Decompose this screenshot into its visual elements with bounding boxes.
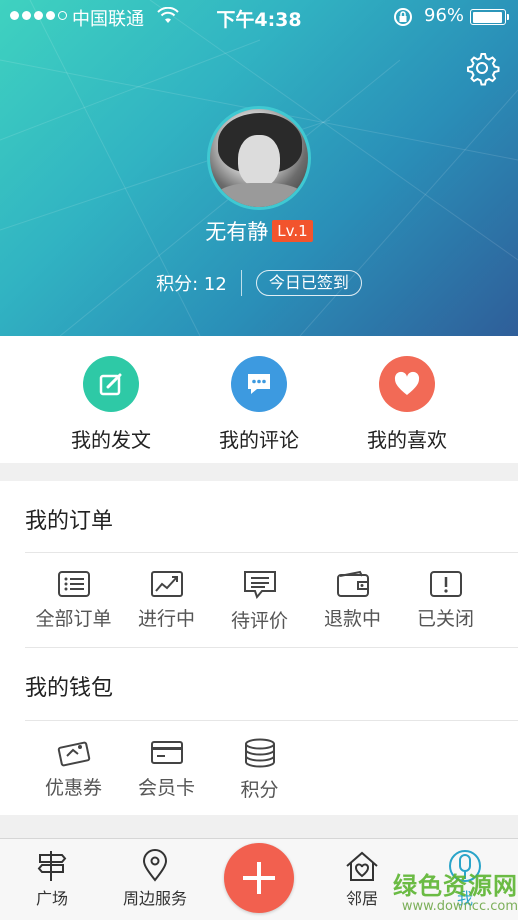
- level-badge: Lv.1: [272, 220, 313, 242]
- divider: [25, 647, 518, 648]
- username-row: 无有静 Lv.1: [0, 216, 518, 246]
- points-item-label: 积分: [240, 779, 279, 801]
- rotation-lock-icon: [394, 8, 412, 26]
- tab-nearby-services[interactable]: 周边服务: [103, 849, 207, 909]
- house-icon: [346, 851, 378, 881]
- quick-actions: 我的发文 我的评论 我的喜欢: [0, 336, 518, 463]
- closed-button[interactable]: 已关闭: [399, 570, 492, 631]
- divider: [25, 720, 518, 721]
- wallet-title[interactable]: 我的钱包: [25, 670, 113, 702]
- edit-icon: [83, 356, 139, 412]
- member-card-label: 会员卡: [137, 777, 195, 799]
- my-likes-label: 我的喜欢: [367, 428, 447, 452]
- signpost-icon: [37, 851, 67, 881]
- tab-neighbors[interactable]: 邻居: [310, 849, 414, 909]
- to-review-label: 待评价: [230, 610, 288, 632]
- status-bar: 中国联通 下午4:38 96%: [0, 0, 518, 34]
- list-icon: [57, 571, 90, 597]
- my-comments-button[interactable]: 我的评论: [194, 356, 324, 453]
- points-label[interactable]: 积分: 12: [156, 270, 227, 296]
- points-button[interactable]: 积分: [213, 737, 306, 802]
- orders-wallet-card: 我的订单 全部订单 进行中 待评价 退款中 已关闭 我的钱包 优惠券 会员卡 积…: [0, 481, 518, 815]
- exclamation-icon: [429, 571, 462, 597]
- member-card-button[interactable]: 会员卡: [120, 737, 213, 800]
- tab-nearby-services-label: 周边服务: [122, 889, 187, 908]
- plus-icon: [243, 862, 275, 894]
- settings-gear-icon[interactable]: [464, 50, 500, 86]
- tab-me-label: 我: [456, 889, 473, 908]
- to-review-button[interactable]: 待评价: [213, 570, 306, 633]
- closed-label: 已关闭: [416, 608, 474, 630]
- username: 无有静: [205, 220, 269, 244]
- my-posts-button[interactable]: 我的发文: [46, 356, 176, 453]
- all-orders-button[interactable]: 全部订单: [27, 570, 120, 631]
- profile-header: 中国联通 下午4:38 96% 无有静 Lv.1 积分: 12 今日已签到: [0, 0, 518, 336]
- avatar[interactable]: [207, 106, 311, 210]
- add-post-button[interactable]: [224, 843, 294, 913]
- tab-me[interactable]: 我: [413, 849, 517, 909]
- divider: [240, 270, 242, 296]
- battery-icon: [470, 9, 509, 25]
- divider: [25, 552, 518, 553]
- comment-icon: [243, 571, 276, 600]
- tab-square[interactable]: 广场: [0, 849, 104, 909]
- coupons-label: 优惠券: [44, 777, 102, 799]
- wallet-icon: [336, 570, 369, 597]
- card-icon: [150, 741, 183, 764]
- in-progress-label: 进行中: [137, 608, 195, 630]
- comment-icon: [231, 356, 287, 412]
- location-icon: [142, 849, 168, 882]
- tab-square-label: 广场: [35, 889, 68, 908]
- my-posts-label: 我的发文: [71, 428, 151, 452]
- tab-neighbors-label: 邻居: [345, 889, 378, 908]
- person-icon: [449, 850, 481, 882]
- refunding-label: 退款中: [323, 608, 381, 630]
- refunding-button[interactable]: 退款中: [306, 570, 399, 631]
- chart-icon: [150, 571, 183, 597]
- heart-icon: [379, 356, 435, 412]
- points-row: 积分: 12 今日已签到: [0, 270, 518, 296]
- checkin-button[interactable]: 今日已签到: [255, 270, 362, 296]
- my-likes-button[interactable]: 我的喜欢: [342, 356, 472, 453]
- in-progress-button[interactable]: 进行中: [120, 570, 213, 631]
- orders-title[interactable]: 我的订单: [25, 503, 113, 535]
- coins-icon: [244, 738, 275, 768]
- battery-percent: 96%: [424, 5, 465, 26]
- coupons-button[interactable]: 优惠券: [27, 737, 120, 800]
- coupon-icon: [57, 741, 90, 767]
- all-orders-label: 全部订单: [35, 608, 112, 630]
- my-comments-label: 我的评论: [219, 428, 299, 452]
